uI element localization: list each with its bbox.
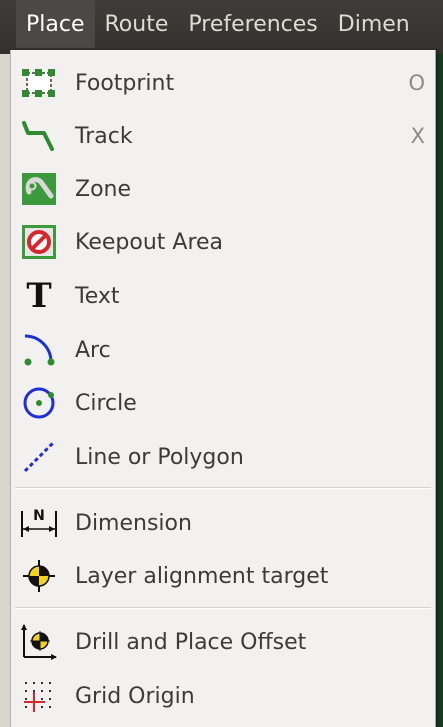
menu-item-label: Drill and Place Offset — [75, 629, 307, 655]
menu-dimensions[interactable]: Dimen — [328, 0, 420, 48]
menu-item-zone[interactable]: Zone — [11, 162, 435, 216]
menu-item-label: Arc — [75, 337, 111, 363]
menu-item-label: Layer alignment target — [75, 563, 329, 589]
menu-item-drill-and-place-offset[interactable]: Drill and Place Offset — [11, 615, 435, 669]
menu-item-circle[interactable]: Circle — [11, 376, 435, 430]
menu-item-label: Circle — [75, 390, 137, 416]
canvas-backdrop-left — [0, 54, 10, 727]
menu-item-label: Zone — [75, 176, 132, 202]
menu-item-arc[interactable]: Arc — [11, 323, 435, 377]
keepout-icon — [19, 222, 59, 262]
drill-offset-icon — [19, 622, 59, 662]
menu-item-text[interactable]: T Text — [11, 269, 435, 323]
menu-item-keepout-area[interactable]: Keepout Area — [11, 215, 435, 269]
canvas-backdrop-right — [436, 54, 443, 727]
line-polygon-icon — [19, 437, 59, 477]
alignment-target-icon — [19, 556, 59, 596]
menu-item-label: Text — [75, 283, 120, 309]
arc-icon — [19, 330, 59, 370]
menu-item-footprint[interactable]: Footprint O — [11, 56, 435, 110]
menu-separator — [15, 487, 431, 489]
menu-item-dimension[interactable]: N Dimension — [11, 496, 435, 550]
dimension-letter: N — [33, 508, 45, 524]
menu-item-label: Footprint — [75, 70, 175, 96]
shortcut-label: X — [410, 124, 425, 148]
menu-place[interactable]: Place — [16, 0, 95, 48]
menu-item-label: Grid Origin — [75, 683, 195, 709]
shortcut-label: O — [408, 71, 425, 95]
footprint-icon — [19, 63, 59, 103]
place-dropdown-menu: Footprint O Track X Zone Keepout Area T … — [10, 50, 436, 727]
menubar: Place Route Preferences Dimen — [0, 0, 443, 54]
menu-item-grid-origin[interactable]: Grid Origin — [11, 669, 435, 723]
menu-preferences[interactable]: Preferences — [178, 0, 327, 48]
text-glyph: T — [26, 276, 52, 316]
grid-origin-icon — [19, 676, 59, 716]
dimension-icon: N — [19, 503, 59, 543]
menu-item-line-or-polygon[interactable]: Line or Polygon — [11, 430, 435, 484]
zone-icon — [19, 169, 59, 209]
menu-item-label: Line or Polygon — [75, 444, 244, 470]
menu-item-label: Track — [75, 123, 133, 149]
circle-icon — [19, 383, 59, 423]
text-icon: T — [19, 276, 59, 316]
menu-separator — [15, 607, 431, 609]
menu-item-layer-alignment-target[interactable]: Layer alignment target — [11, 549, 435, 603]
menu-item-track[interactable]: Track X — [11, 109, 435, 163]
menu-item-label: Keepout Area — [75, 229, 224, 255]
menu-item-label: Dimension — [75, 510, 192, 536]
track-icon — [19, 116, 59, 156]
menu-route[interactable]: Route — [95, 0, 179, 48]
